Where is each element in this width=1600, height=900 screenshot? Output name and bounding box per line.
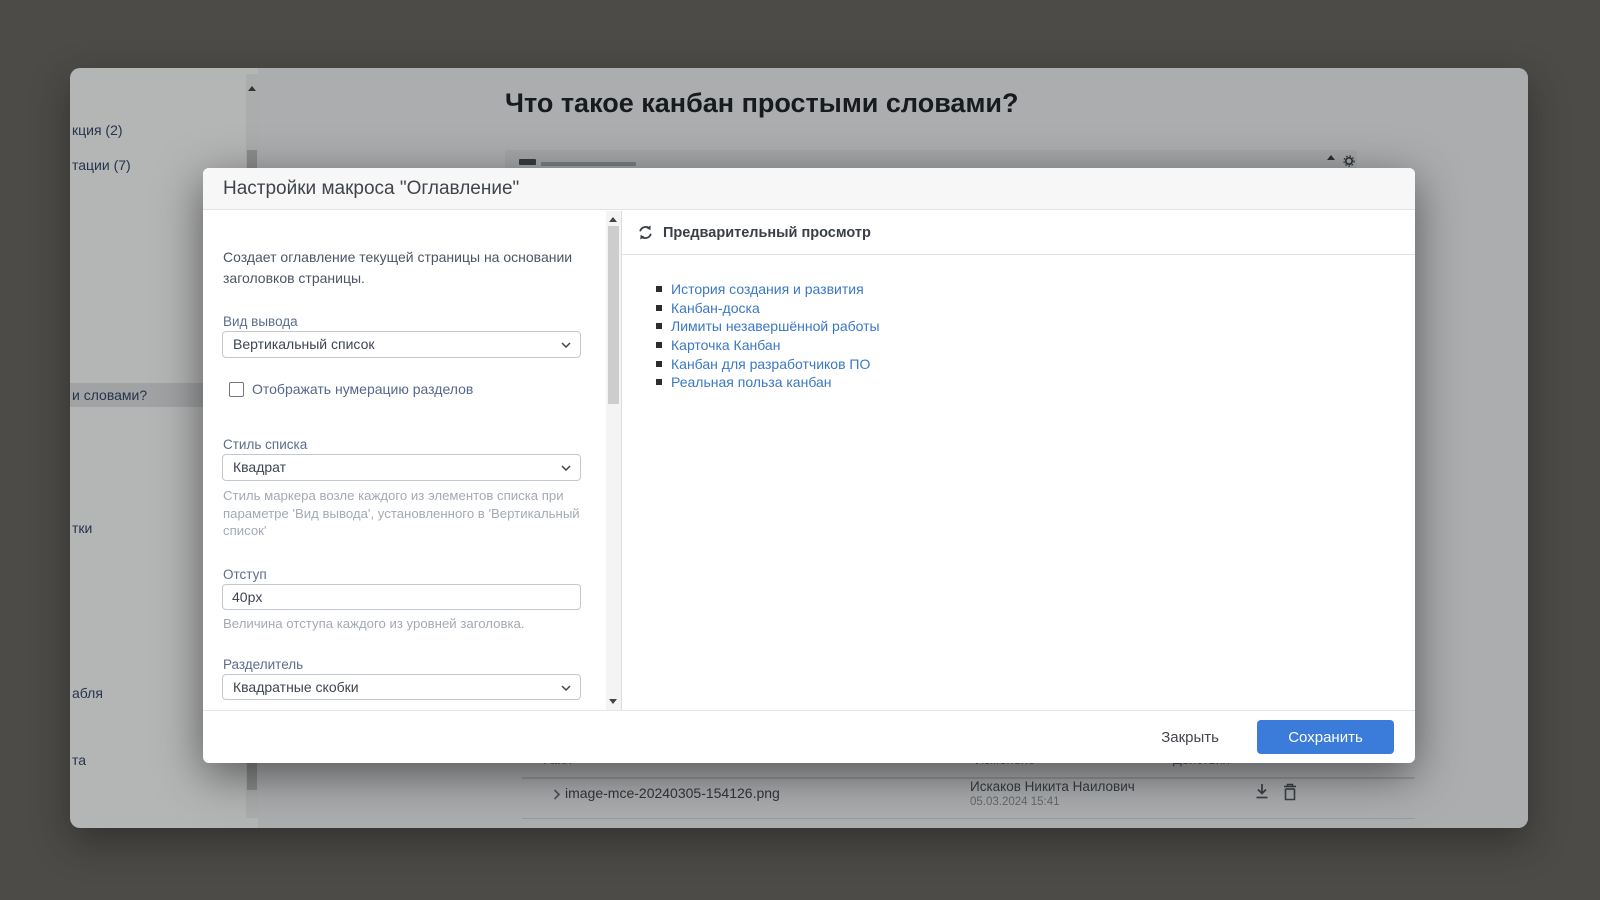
toc-item[interactable]: История создания и развития <box>656 280 880 299</box>
screen: кция (2) тации (7) и словами? тки абля т… <box>0 0 1600 900</box>
separator-label: Разделитель <box>223 657 303 672</box>
square-bullet-icon <box>656 342 662 348</box>
toc-link[interactable]: Карточка Канбан <box>671 337 780 353</box>
toc-link[interactable]: Реальная польза канбан <box>671 374 832 390</box>
toc-item[interactable]: Канбан-доска <box>656 299 880 318</box>
scrollbar-thumb[interactable] <box>608 226 619 404</box>
dialog-footer: Закрыть Сохранить <box>203 710 1415 763</box>
square-bullet-icon <box>656 361 662 367</box>
macro-settings-dialog: Настройки макроса "Оглавление" Создает о… <box>203 168 1415 763</box>
toc-item[interactable]: Лимиты незавершённой работы <box>656 317 880 336</box>
toc-preview-list: История создания и развития Канбан-доска… <box>656 280 880 392</box>
chevron-down-icon <box>561 685 571 691</box>
toc-item[interactable]: Реальная польза канбан <box>656 373 880 392</box>
dialog-body: Создает оглавление текущей страницы на о… <box>203 211 1415 710</box>
output-type-value: Вертикальный список <box>233 336 375 352</box>
square-bullet-icon <box>656 323 662 329</box>
list-style-select[interactable]: Квадрат <box>222 454 581 481</box>
scroll-up-icon[interactable] <box>609 217 617 222</box>
refresh-icon[interactable] <box>637 224 654 241</box>
toc-item[interactable]: Карточка Канбан <box>656 336 880 355</box>
indent-label: Отступ <box>223 567 267 582</box>
toc-link[interactable]: Канбан для разработчиков ПО <box>671 356 870 372</box>
square-bullet-icon <box>656 305 662 311</box>
chevron-down-icon <box>561 465 571 471</box>
list-style-help: Стиль маркера возле каждого из элементов… <box>223 487 583 540</box>
output-type-select[interactable]: Вертикальный список <box>222 331 581 358</box>
toc-link[interactable]: Канбан-доска <box>671 300 760 316</box>
separator-value: Квадратные скобки <box>233 679 359 695</box>
output-type-label: Вид вывода <box>223 314 298 329</box>
list-style-label: Стиль списка <box>223 437 307 452</box>
settings-panel: Создает оглавление текущей страницы на о… <box>203 211 606 710</box>
numbering-checkbox-row[interactable]: Отображать нумерацию разделов <box>229 381 473 397</box>
preview-panel: Предварительный просмотр История создани… <box>621 211 1415 710</box>
list-style-value: Квадрат <box>233 459 286 475</box>
toc-link[interactable]: Лимиты незавершённой работы <box>671 318 880 334</box>
dialog-title: Настройки макроса "Оглавление" <box>203 168 1415 210</box>
preview-header: Предварительный просмотр <box>622 211 1415 255</box>
close-button[interactable]: Закрыть <box>1161 729 1219 746</box>
macro-description: Создает оглавление текущей страницы на о… <box>223 247 585 289</box>
toc-link[interactable]: История создания и развития <box>671 281 864 297</box>
preview-title: Предварительный просмотр <box>663 225 871 241</box>
numbering-checkbox[interactable] <box>229 382 244 397</box>
chevron-down-icon <box>561 342 571 348</box>
square-bullet-icon <box>656 286 662 292</box>
save-button[interactable]: Сохранить <box>1257 720 1394 754</box>
toc-item[interactable]: Канбан для разработчиков ПО <box>656 354 880 373</box>
separator-select[interactable]: Квадратные скобки <box>222 674 581 700</box>
square-bullet-icon <box>656 379 662 385</box>
settings-scrollbar[interactable] <box>606 211 621 710</box>
scroll-down-icon[interactable] <box>609 699 617 704</box>
indent-help: Величина отступа каждого из уровней заго… <box>223 615 583 633</box>
numbering-label: Отображать нумерацию разделов <box>252 381 473 397</box>
indent-input[interactable] <box>222 584 581 610</box>
